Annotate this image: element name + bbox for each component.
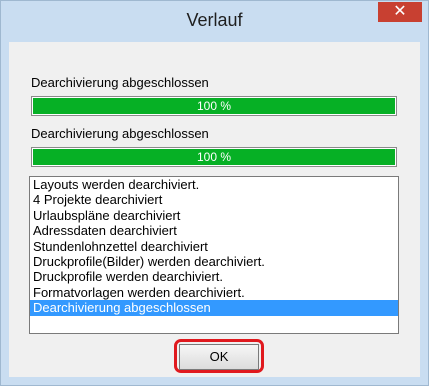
list-item[interactable]: Druckprofile(Bilder) werden dearchiviert… <box>30 254 398 269</box>
dialog-title: Verlauf <box>186 10 243 30</box>
progress-bar-1: 100 % <box>31 96 397 116</box>
list-item[interactable]: Dearchivierung abgeschlossen <box>30 300 398 316</box>
list-item[interactable]: Druckprofile werden dearchiviert. <box>30 269 398 284</box>
list-item[interactable]: Formatvorlagen werden dearchiviert. <box>30 285 398 300</box>
dialog-content: Dearchivierung abgeschlossen 100 % Dearc… <box>9 42 420 377</box>
progress-label-1: Dearchivierung abgeschlossen <box>31 75 209 90</box>
close-button[interactable]: ✕ <box>378 2 422 22</box>
list-item[interactable]: Urlaubspläne dearchiviert <box>30 208 398 223</box>
progress-label-2: Dearchivierung abgeschlossen <box>31 126 209 141</box>
history-log-list[interactable]: Layouts werden dearchiviert. 4 Projekte … <box>29 176 399 334</box>
progress-text-2: 100 % <box>196 150 232 164</box>
list-item[interactable]: Stundenlohnzettel dearchiviert <box>30 239 398 254</box>
list-item[interactable]: Layouts werden dearchiviert. <box>30 177 398 192</box>
list-item[interactable]: 4 Projekte dearchiviert <box>30 192 398 207</box>
title-bar[interactable]: Verlauf ✕ <box>1 1 428 42</box>
history-dialog: Verlauf ✕ Dearchivierung abgeschlossen 1… <box>0 0 429 386</box>
ok-button[interactable]: OK <box>179 344 259 370</box>
progress-bar-2: 100 % <box>31 147 397 167</box>
list-item[interactable]: Adressdaten dearchiviert <box>30 223 398 238</box>
progress-text-1: 100 % <box>196 99 232 113</box>
close-icon: ✕ <box>393 3 407 20</box>
